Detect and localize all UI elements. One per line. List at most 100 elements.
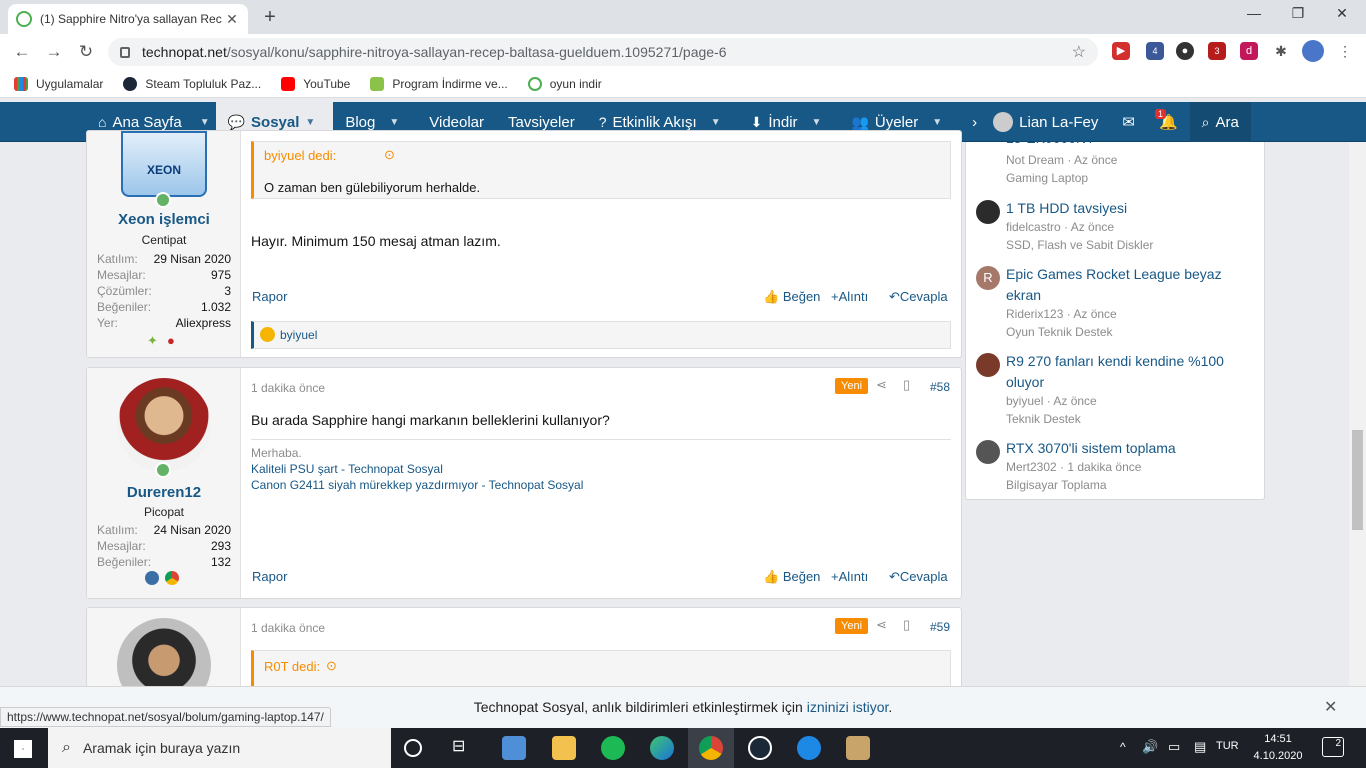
new-tab-button[interactable]: + (258, 6, 282, 29)
share-icon[interactable]: ⋖ (876, 377, 887, 393)
paint-icon[interactable] (846, 736, 870, 760)
bookmark-icon[interactable]: ▯ (903, 617, 910, 633)
taskbar-clock[interactable]: 14:51 4.10.2020 (1252, 731, 1304, 765)
network-icon[interactable]: ▤ (1194, 739, 1206, 755)
thread-forum[interactable]: Oyun Teknik Destek (1006, 325, 1113, 339)
thread-title[interactable]: 1 TB HDD tavsiyesi (1006, 198, 1256, 219)
reload-icon[interactable]: ↻ (76, 42, 96, 62)
avatar[interactable] (117, 378, 211, 472)
file-explorer-icon[interactable] (552, 736, 576, 760)
nav-more-chevron-icon[interactable]: › (960, 102, 989, 142)
extension-icon[interactable]: 4 (1146, 42, 1164, 60)
extension-icon[interactable]: ▶ (1112, 42, 1130, 60)
quote-author[interactable]: R0T dedi: (264, 659, 320, 674)
bookmark-steam[interactable]: Steam Topluluk Paz... (123, 76, 262, 91)
reaction-user[interactable]: byiyuel (280, 328, 317, 342)
action-center-icon[interactable]: 2 (1322, 737, 1344, 757)
post-time[interactable]: 1 dakika önce (251, 381, 325, 395)
windows-start-icon[interactable] (14, 740, 32, 758)
report-link[interactable]: Rapor (252, 289, 287, 304)
like-button[interactable]: 👍 Beğen (763, 289, 820, 305)
thread-title[interactable]: Epic Games Rocket League beyaz ekran (1006, 264, 1256, 306)
signature-link[interactable]: Kaliteli PSU şart - Technopat Sosyal (251, 462, 443, 476)
post-message: Hayır. Minimum 150 mesaj atman lazım. (251, 233, 501, 249)
post-number[interactable]: #58 (930, 380, 950, 394)
arrow-up-circle-icon[interactable]: ⊙ (384, 147, 395, 163)
notification-permission-link[interactable]: izninizi istiyor (807, 699, 889, 715)
bookmark-icon[interactable]: ▯ (903, 377, 910, 393)
chevron-down-icon[interactable]: ▼ (697, 117, 727, 128)
thread-forum[interactable]: Teknik Destek (1006, 412, 1081, 426)
store-icon[interactable] (502, 736, 526, 760)
browser-tab[interactable]: (1) Sapphire Nitro'ya sallayan Rec ✕ (8, 4, 248, 34)
bookmark-oyun[interactable]: oyun indir (527, 76, 602, 91)
spotify-icon[interactable] (601, 736, 625, 760)
extension-icon[interactable]: 3 (1208, 42, 1226, 60)
like-button[interactable]: 👍 Beğen (763, 569, 820, 585)
address-bar[interactable]: technopat.net/sosyal/konu/sapphire-nitro… (108, 38, 1098, 66)
post-time[interactable]: 1 dakika önce (251, 621, 325, 635)
thread-title[interactable]: 15-EK0000NT (1006, 134, 1256, 148)
close-tab-icon[interactable]: ✕ (224, 11, 240, 28)
close-icon[interactable]: ✕ (1324, 697, 1337, 717)
volume-icon[interactable]: 🔊 (1142, 739, 1158, 755)
minimize-button[interactable]: — (1234, 5, 1274, 21)
chevron-down-icon[interactable]: ▼ (299, 117, 321, 128)
thread-forum[interactable]: Bilgisayar Toplama (1006, 478, 1107, 492)
post-number[interactable]: #59 (930, 620, 950, 634)
input-language[interactable]: TUR (1216, 740, 1239, 752)
avatar[interactable] (976, 200, 1000, 224)
thread-meta: Not Dream · Az önce (1006, 153, 1118, 167)
chevron-down-icon[interactable]: ▼ (798, 117, 828, 128)
cortana-icon[interactable] (404, 739, 422, 757)
avatar[interactable] (976, 440, 1000, 464)
avatar[interactable] (976, 353, 1000, 377)
back-icon[interactable]: ← (12, 42, 32, 62)
profile-avatar[interactable] (1302, 40, 1324, 62)
extension-icon[interactable]: d (1240, 42, 1258, 60)
forward-icon[interactable]: → (44, 42, 64, 62)
bookmark-label: Steam Topluluk Paz... (145, 76, 262, 91)
chevron-down-icon[interactable]: ▼ (194, 117, 216, 128)
username[interactable]: Dureren12 (87, 484, 241, 501)
extension-icon[interactable]: ● (1176, 42, 1194, 60)
share-icon[interactable]: ⋖ (876, 617, 887, 633)
battery-icon[interactable]: ▭ (1168, 739, 1180, 755)
signature-link[interactable]: Canon G2411 siyah mürekkep yazdırmıyor -… (251, 478, 583, 492)
avatar[interactable]: R (976, 266, 1000, 290)
scrollbar-thumb[interactable] (1352, 430, 1363, 530)
bookmark-apps[interactable]: Uygulamalar (14, 76, 103, 91)
thread-item: RTX 3070'li sistem toplama Mert2302 · 1 … (976, 438, 1256, 498)
task-view-icon[interactable]: ⊟ (452, 736, 476, 760)
page-scrollbar[interactable] (1349, 142, 1366, 687)
bookmark-program[interactable]: Program İndirme ve... (370, 76, 508, 91)
arrow-up-circle-icon[interactable]: ⊙ (326, 658, 337, 674)
thread-title[interactable]: RTX 3070'li sistem toplama (1006, 438, 1256, 459)
users-icon: 👥 (851, 113, 869, 130)
reply-button[interactable]: ↶Cevapla (889, 289, 948, 305)
chrome-icon[interactable] (699, 736, 723, 760)
chevron-down-icon[interactable]: ▼ (375, 117, 405, 128)
steam-icon[interactable] (748, 736, 772, 760)
edge-icon[interactable] (650, 736, 674, 760)
thread-forum[interactable]: Gaming Laptop (1006, 171, 1088, 185)
thread-forum[interactable]: SSD, Flash ve Sabit Diskler (1006, 238, 1153, 252)
quote-button[interactable]: +Alıntı (831, 569, 868, 584)
report-link[interactable]: Rapor (252, 569, 287, 584)
tray-chevron-icon[interactable]: ^ (1120, 740, 1126, 754)
username[interactable]: Xeon işlemci (87, 211, 241, 228)
chevron-down-icon[interactable]: ▼ (918, 117, 948, 128)
bookmark-star-icon[interactable]: ☆ (1072, 42, 1086, 62)
close-window-button[interactable]: ✕ (1322, 5, 1362, 22)
taskbar-search[interactable]: ⌕ Aramak için buraya yazın (48, 728, 391, 768)
menu-icon[interactable]: ⋮ (1336, 42, 1354, 60)
thread-title[interactable]: R9 270 fanları kendi kendine %100 oluyor (1006, 351, 1256, 393)
app-icon[interactable] (797, 736, 821, 760)
puzzle-icon[interactable]: ✱ (1272, 42, 1290, 60)
bookmark-youtube[interactable]: YouTube (281, 76, 350, 91)
maximize-button[interactable]: ❐ (1278, 5, 1318, 22)
quote-block: byiyuel dedi: ⊙ O zaman ben gülebiliyoru… (251, 141, 951, 199)
quote-author[interactable]: byiyuel dedi: (264, 148, 336, 163)
reply-button[interactable]: ↶Cevapla (889, 569, 948, 585)
quote-button[interactable]: +Alıntı (831, 289, 868, 304)
